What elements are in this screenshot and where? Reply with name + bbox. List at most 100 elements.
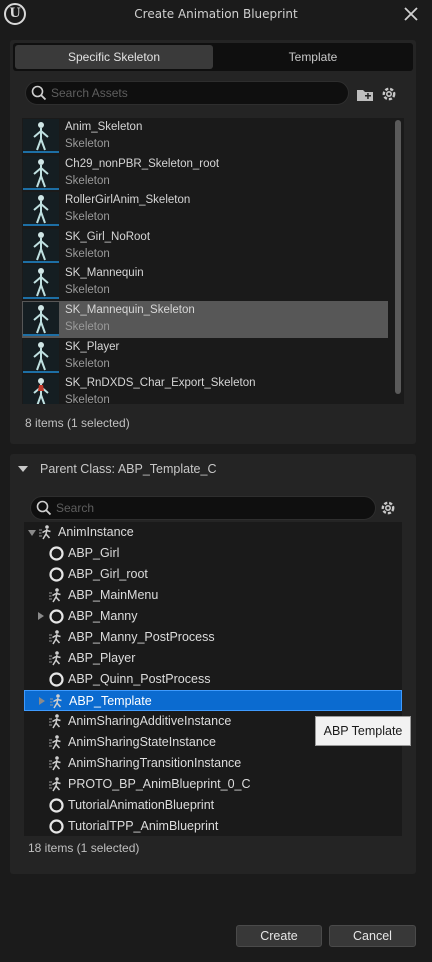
skeleton-type: Skeleton: [65, 174, 110, 187]
title-bar: U Create Animation Blueprint: [0, 0, 432, 30]
gear-icon[interactable]: [379, 84, 399, 104]
class-tree-row[interactable]: ABP_Girl: [24, 543, 402, 564]
class-search-box[interactable]: [30, 496, 376, 520]
skeleton-type: Skeleton: [65, 247, 110, 260]
search-icon: [36, 500, 52, 516]
skeleton-name: SK_RnDXDS_Char_Export_Skeleton: [65, 377, 256, 390]
skeleton-row[interactable]: SK_Mannequin_Skeleton Skeleton: [22, 301, 388, 338]
anim-instance-icon: [48, 629, 65, 646]
class-tree-row[interactable]: ABP_Manny_PostProcess: [24, 627, 402, 648]
circle-icon: [48, 797, 65, 814]
parent-class-panel: Parent Class: ABP_Template_C AnimInstanc…: [10, 454, 416, 874]
anim-instance-icon: [49, 693, 66, 710]
skeleton-row[interactable]: Anim_Skeleton Skeleton: [22, 118, 388, 155]
skeleton-name: Ch29_nonPBR_Skeleton_root: [65, 157, 220, 170]
class-tree-row[interactable]: TutorialAnimationBlueprint: [24, 795, 402, 816]
skeleton-panel: Specific Skeleton Template SK_RnDXDS_Cha…: [10, 40, 416, 444]
skeleton-list[interactable]: SK_RnDXDS_Char_Export_Skeleton Skeleton S…: [22, 118, 404, 404]
class-name: ABP_Quinn_PostProcess: [68, 672, 211, 686]
circle-icon: [48, 818, 65, 835]
skeleton-row[interactable]: SK_Mannequin Skeleton: [22, 264, 388, 301]
class-name: PROTO_BP_AnimBlueprint_0_C: [68, 777, 251, 791]
skeleton-name: RollerGirlAnim_Skeleton: [65, 194, 191, 207]
anim-instance-icon: [48, 755, 65, 772]
scrollbar[interactable]: [395, 120, 401, 394]
gear-icon[interactable]: [378, 498, 398, 518]
skeleton-thumbnail: [23, 119, 59, 153]
class-tree-row[interactable]: ABP_MainMenu: [24, 585, 402, 606]
skeleton-row[interactable]: SK_Girl_NoRoot Skeleton: [22, 228, 388, 265]
mode-tabs: Specific Skeleton Template: [13, 43, 413, 71]
circle-icon: [48, 608, 65, 625]
anim-instance-icon: [38, 524, 55, 541]
class-name: TutorialTPP_AnimBlueprint: [68, 819, 219, 833]
skeleton-type: Skeleton: [65, 394, 110, 404]
class-tree-row[interactable]: ABP_Quinn_PostProcess: [24, 669, 402, 690]
skeleton-type: Skeleton: [65, 284, 110, 297]
collapse-arrow-icon[interactable]: [18, 466, 28, 472]
anim-instance-icon: [48, 650, 65, 667]
class-name: ABP_Manny_PostProcess: [68, 630, 215, 644]
anim-instance-icon: [48, 776, 65, 793]
class-tree-row[interactable]: PROTO_BP_AnimBlueprint_0_C: [24, 774, 402, 795]
class-name: AnimSharingStateInstance: [68, 735, 217, 749]
skeleton-thumbnail: [23, 192, 59, 227]
class-name: ABP_Manny: [68, 609, 138, 623]
skeleton-name: Anim_Skeleton: [65, 121, 143, 133]
folder-icon[interactable]: [355, 85, 375, 105]
skeleton-type: Skeleton: [65, 211, 110, 224]
collapsed-arrow-icon[interactable]: [38, 612, 44, 620]
circle-icon: [48, 671, 65, 688]
skeleton-type: Skeleton: [65, 321, 110, 333]
class-tree-row[interactable]: AnimInstance: [24, 522, 402, 543]
class-tree[interactable]: AnimInstance ABP_Girl ABP_Girl_root ABP_…: [24, 522, 402, 836]
skeleton-row[interactable]: SK_RnDXDS_Char_Export_Skeleton Skeleton: [22, 374, 388, 404]
cancel-button[interactable]: Cancel: [329, 925, 416, 947]
class-tree-row[interactable]: ABP_Template: [24, 690, 402, 711]
class-name: AnimSharingTransitionInstance: [68, 756, 242, 770]
class-tree-row[interactable]: ABP_Girl_root: [24, 564, 402, 585]
skeleton-thumbnail: [23, 228, 59, 263]
class-name: ABP_Template: [69, 694, 152, 708]
class-tree-row[interactable]: TutorialTPP_AnimBlueprint: [24, 816, 402, 836]
class-name: AnimSharingAdditiveInstance: [68, 714, 232, 728]
skeleton-row[interactable]: Ch29_nonPBR_Skeleton_root Skeleton: [22, 155, 388, 192]
skeleton-row[interactable]: RollerGirlAnim_Skeleton Skeleton: [22, 191, 388, 228]
skeleton-count: 8 items (1 selected): [25, 416, 130, 430]
tab-specific-skeleton[interactable]: Specific Skeleton: [15, 45, 213, 69]
anim-instance-icon: [48, 713, 65, 730]
skeleton-type: Skeleton: [65, 357, 110, 370]
class-name: TutorialAnimationBlueprint: [68, 798, 215, 812]
class-name: AnimInstance: [58, 525, 134, 539]
skeleton-name: SK_Mannequin_Skeleton: [65, 304, 195, 316]
asset-search-box[interactable]: [25, 81, 349, 105]
class-search-input[interactable]: [56, 499, 349, 517]
class-tree-row[interactable]: ABP_Player: [24, 648, 402, 669]
class-tree-row[interactable]: AnimSharingTransitionInstance: [24, 753, 402, 774]
create-button[interactable]: Create: [236, 925, 322, 947]
circle-icon: [48, 566, 65, 583]
tooltip: ABP Template: [315, 716, 411, 746]
anim-instance-icon: [48, 734, 65, 751]
skeleton-thumbnail: [23, 265, 59, 300]
skeleton-name: SK_Player: [65, 340, 120, 353]
expanded-arrow-icon[interactable]: [28, 530, 36, 536]
class-tree-row[interactable]: ABP_Manny: [24, 606, 402, 627]
skeleton-name: SK_Mannequin: [65, 267, 144, 280]
skeleton-row[interactable]: SK_Player Skeleton: [22, 338, 388, 375]
anim-instance-icon: [48, 587, 65, 604]
skeleton-thumbnail: [23, 375, 59, 404]
class-count: 18 items (1 selected): [28, 841, 140, 855]
asset-search-input[interactable]: [51, 84, 325, 102]
skeleton-name: SK_Girl_NoRoot: [65, 230, 151, 243]
search-icon: [31, 85, 47, 101]
close-icon[interactable]: [402, 5, 420, 23]
collapsed-arrow-icon[interactable]: [39, 697, 45, 705]
class-name: ABP_Girl_root: [68, 567, 148, 581]
skeleton-thumbnail: [23, 155, 59, 190]
class-name: ABP_Girl: [68, 546, 120, 560]
skeleton-type: Skeleton: [65, 138, 110, 150]
tab-template[interactable]: Template: [215, 45, 411, 69]
class-name: ABP_MainMenu: [68, 588, 159, 602]
class-name: ABP_Player: [68, 651, 136, 665]
